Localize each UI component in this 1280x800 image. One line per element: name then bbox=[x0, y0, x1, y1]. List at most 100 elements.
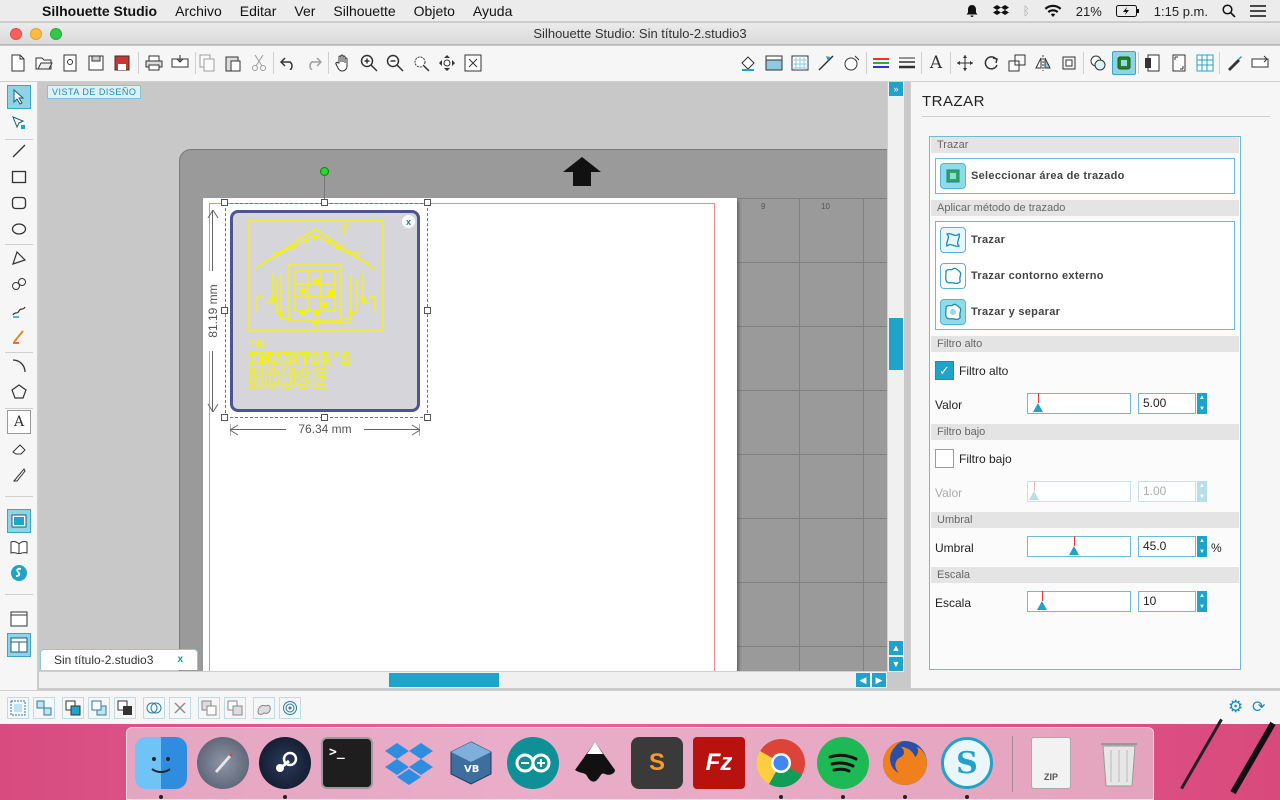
line-color-icon[interactable] bbox=[869, 51, 893, 75]
high-filter-stepper[interactable]: ▲ ▼ bbox=[1197, 393, 1207, 414]
menu-silhouette[interactable]: Silhouette bbox=[324, 3, 404, 19]
menu-ver[interactable]: Ver bbox=[285, 3, 324, 19]
redo-icon[interactable] bbox=[302, 51, 326, 75]
menu-ayuda[interactable]: Ayuda bbox=[464, 3, 521, 19]
design-view-icon[interactable] bbox=[7, 509, 31, 533]
finder-icon[interactable] bbox=[135, 737, 187, 789]
cut-settings-icon[interactable] bbox=[1222, 51, 1246, 75]
high-filter-value-input[interactable]: 5.00 bbox=[1138, 393, 1196, 414]
print-icon[interactable] bbox=[142, 51, 166, 75]
line-weight-icon[interactable] bbox=[895, 51, 919, 75]
text-tool-icon[interactable]: A bbox=[7, 410, 31, 434]
text-style-icon[interactable]: A bbox=[924, 51, 948, 75]
compound-path-icon[interactable] bbox=[143, 697, 165, 719]
online-store-icon[interactable] bbox=[7, 561, 31, 585]
trace-method-outer-edge[interactable]: Trazar contorno externo bbox=[940, 262, 1104, 290]
steam-icon[interactable] bbox=[259, 737, 311, 789]
document-tab[interactable]: Sin título-2.studio3 x bbox=[40, 649, 198, 670]
regular-polygon-tool-icon[interactable] bbox=[7, 380, 31, 404]
ungroup-icon[interactable] bbox=[33, 697, 55, 719]
fit-to-page-icon[interactable] bbox=[461, 51, 485, 75]
high-filter-checkbox[interactable]: ✓ bbox=[935, 361, 954, 380]
open-library-icon[interactable] bbox=[58, 51, 82, 75]
slider-knob[interactable] bbox=[1029, 491, 1039, 500]
offset-circle-icon[interactable] bbox=[279, 697, 301, 719]
resize-handle[interactable] bbox=[424, 199, 431, 206]
scroll-down-icon[interactable]: ▼ bbox=[889, 657, 903, 671]
pattern-fill-icon[interactable] bbox=[788, 51, 812, 75]
imported-image[interactable]: THE INVENTOR'S HOUSE x bbox=[230, 210, 420, 412]
send-to-back-icon[interactable] bbox=[88, 697, 110, 719]
fill-color-icon[interactable] bbox=[736, 51, 760, 75]
horizontal-scrollbar[interactable]: ◀ ▶ bbox=[39, 671, 887, 688]
resize-handle[interactable] bbox=[321, 414, 328, 421]
notification-bell-icon[interactable] bbox=[965, 4, 979, 18]
eraser-tool-icon[interactable] bbox=[7, 437, 31, 461]
replicate-icon[interactable] bbox=[1086, 51, 1110, 75]
duplicate-icon[interactable] bbox=[198, 697, 220, 719]
scroll-left-icon[interactable]: ◀ bbox=[856, 673, 870, 687]
low-filter-slider[interactable] bbox=[1027, 481, 1131, 502]
high-filter-slider[interactable] bbox=[1027, 393, 1131, 414]
select-trace-area-button[interactable]: Seleccionar área de trazado bbox=[940, 162, 1125, 190]
refresh-icon[interactable]: ⟳ bbox=[1252, 697, 1272, 717]
design-canvas[interactable]: 9 10 VISTA DE DISEÑO 81.19 mm 76.34 mm T… bbox=[39, 82, 887, 672]
low-filter-checkbox[interactable] bbox=[935, 449, 954, 468]
rotate-handle[interactable] bbox=[320, 167, 329, 176]
dropbox-icon[interactable] bbox=[383, 737, 435, 789]
rounded-rectangle-tool-icon[interactable] bbox=[7, 191, 31, 215]
offset-icon[interactable] bbox=[1057, 51, 1081, 75]
clock[interactable]: 1:15 p.m. bbox=[1154, 4, 1208, 19]
save-icon[interactable] bbox=[84, 51, 108, 75]
open-folder-icon[interactable] bbox=[32, 51, 56, 75]
resize-handle[interactable] bbox=[221, 307, 228, 314]
menu-archivo[interactable]: Archivo bbox=[166, 3, 231, 19]
threshold-slider[interactable] bbox=[1027, 536, 1131, 557]
resize-handle[interactable] bbox=[424, 414, 431, 421]
wifi-icon[interactable] bbox=[1044, 4, 1062, 18]
low-filter-value-input[interactable]: 1.00 bbox=[1138, 481, 1196, 502]
silhouette-studio-icon[interactable]: S bbox=[941, 737, 993, 789]
threshold-stepper[interactable]: ▲ ▼ bbox=[1197, 536, 1207, 557]
line-style-icon[interactable] bbox=[814, 51, 838, 75]
sublime-text-icon[interactable]: S bbox=[631, 737, 683, 789]
resize-handle[interactable] bbox=[221, 414, 228, 421]
virtualbox-icon[interactable]: VB bbox=[445, 737, 497, 789]
new-document-icon[interactable] bbox=[6, 51, 30, 75]
curve-tool-icon[interactable] bbox=[7, 272, 31, 296]
notification-center-icon[interactable] bbox=[1250, 5, 1266, 17]
shadow-icon[interactable] bbox=[840, 51, 864, 75]
spotlight-search-icon[interactable] bbox=[1222, 4, 1236, 18]
split-panel-view-icon[interactable] bbox=[7, 633, 31, 657]
zoom-selection-icon[interactable] bbox=[409, 51, 433, 75]
zoom-out-icon[interactable] bbox=[383, 51, 407, 75]
save-to-library-icon[interactable] bbox=[110, 51, 134, 75]
paste-icon[interactable] bbox=[221, 51, 245, 75]
threshold-value-input[interactable]: 45.0 bbox=[1138, 536, 1196, 557]
delete-icon[interactable] bbox=[169, 697, 191, 719]
copy-icon[interactable] bbox=[195, 51, 219, 75]
vertical-scroll-thumb[interactable] bbox=[889, 318, 903, 370]
freehand-tool-icon[interactable] bbox=[7, 298, 31, 322]
rotate-icon[interactable] bbox=[979, 51, 1003, 75]
edit-points-tool-icon[interactable] bbox=[7, 111, 31, 135]
scale-value-input[interactable]: 10 bbox=[1138, 591, 1196, 612]
rectangle-tool-icon[interactable] bbox=[7, 165, 31, 189]
select-tool-icon[interactable] bbox=[7, 85, 31, 109]
smooth-freehand-tool-icon[interactable] bbox=[7, 324, 31, 348]
spotify-icon[interactable] bbox=[817, 737, 869, 789]
arc-tool-icon[interactable] bbox=[7, 354, 31, 378]
knife-tool-icon[interactable] bbox=[7, 463, 31, 487]
trace-method-trazar[interactable]: Trazar bbox=[940, 226, 1005, 254]
menu-app-name[interactable]: Silhouette Studio bbox=[38, 3, 166, 19]
arduino-icon[interactable] bbox=[507, 737, 559, 789]
cut-scissors-icon[interactable] bbox=[247, 51, 271, 75]
trace-method-detach[interactable]: Trazar y separar bbox=[940, 298, 1060, 326]
library-view-icon[interactable] bbox=[7, 535, 31, 559]
send-to-silhouette-icon[interactable] bbox=[1248, 51, 1272, 75]
grid-settings-icon[interactable] bbox=[1193, 51, 1217, 75]
bluetooth-icon[interactable]: ᛒ bbox=[1023, 4, 1030, 18]
close-window-button[interactable] bbox=[10, 28, 22, 40]
duplicate-right-icon[interactable] bbox=[224, 697, 246, 719]
undo-icon[interactable] bbox=[276, 51, 300, 75]
